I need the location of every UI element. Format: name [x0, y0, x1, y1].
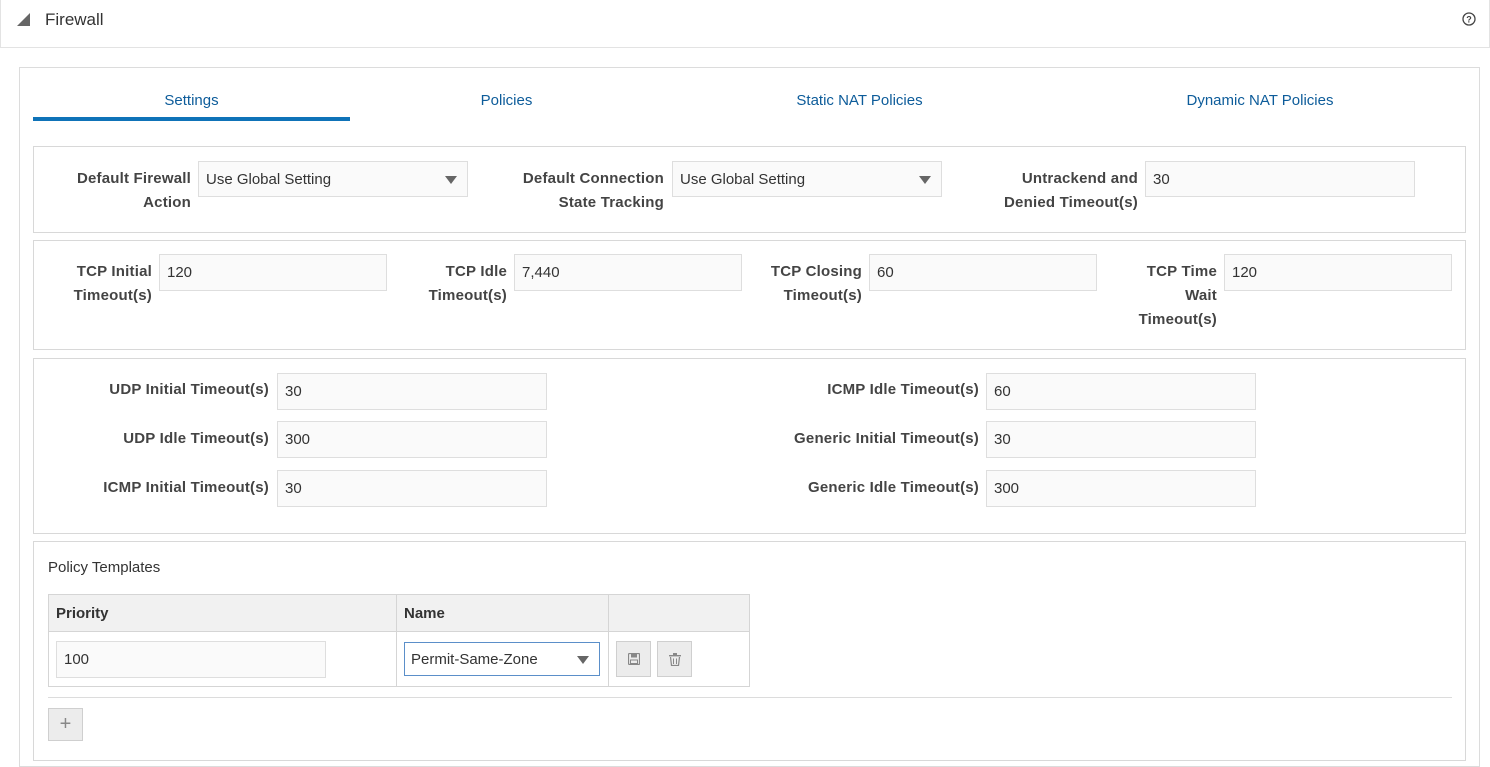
tcp-idle-timeout-label: TCP Idle Timeout(s): [428, 263, 507, 304]
icmp-initial-timeout-label: ICMP Initial Timeout(s): [103, 479, 269, 496]
udp-initial-timeout-input[interactable]: [277, 373, 547, 410]
section-divider: [48, 697, 1452, 698]
untracked-denied-timeout-label: Untrackend and Denied Timeout(s): [1004, 170, 1138, 211]
priority-cell: [48, 631, 397, 687]
table-row: Permit-Same-Zone: [48, 631, 750, 687]
general-settings-section: Default Firewall Action Use Global Setti…: [33, 146, 1466, 233]
generic-idle-timeout-label: Generic Idle Timeout(s): [807, 479, 979, 496]
tcp-timeouts-section: TCP Initial Timeout(s) TCP Idle Timeout(…: [33, 240, 1466, 350]
column-header-actions: [608, 594, 750, 632]
default-firewall-action-select[interactable]: Use Global Setting: [198, 161, 468, 197]
page-title: Firewall: [45, 10, 104, 29]
default-firewall-action-label: Default Firewall Action: [76, 170, 191, 211]
udp-idle-timeout-input[interactable]: [277, 421, 547, 458]
policy-templates-table: Priority Name Permit-Same-Zone: [48, 594, 750, 687]
udp-initial-timeout-label: UDP Initial Timeout(s): [109, 381, 269, 398]
tab-policies[interactable]: Policies: [400, 92, 613, 122]
column-header-name[interactable]: Name: [396, 594, 609, 632]
dropdown-caret-icon: [919, 176, 931, 184]
actions-cell: [608, 631, 750, 687]
svg-text:?: ?: [1466, 15, 1472, 25]
column-header-priority[interactable]: Priority: [48, 594, 397, 632]
tcp-time-wait-timeout-label: TCP Time Wait Timeout(s): [1138, 263, 1217, 328]
untracked-denied-timeout-input[interactable]: [1145, 161, 1415, 197]
plus-icon: +: [59, 713, 72, 735]
template-name-select[interactable]: Permit-Same-Zone: [404, 642, 600, 676]
tcp-initial-timeout-label: TCP Initial Timeout(s): [73, 263, 152, 304]
icmp-idle-timeout-input[interactable]: [986, 373, 1256, 410]
dropdown-caret-icon: [445, 176, 457, 184]
active-tab-indicator: [33, 117, 350, 121]
generic-initial-timeout-input[interactable]: [986, 421, 1256, 458]
tab-static-nat-policies[interactable]: Static NAT Policies: [720, 92, 999, 122]
tcp-time-wait-timeout-input[interactable]: [1224, 254, 1452, 291]
udp-idle-timeout-label: UDP Idle Timeout(s): [123, 430, 269, 447]
tcp-closing-timeout-label: TCP Closing Timeout(s): [770, 263, 862, 304]
save-button[interactable]: [616, 641, 651, 677]
save-icon: [628, 653, 640, 665]
icmp-initial-timeout-input[interactable]: [277, 470, 547, 507]
generic-idle-timeout-input[interactable]: [986, 470, 1256, 507]
delete-button[interactable]: [657, 641, 693, 677]
default-connection-state-select[interactable]: Use Global Setting: [672, 161, 942, 197]
udp-icmp-generic-section: UDP Initial Timeout(s) UDP Idle Timeout(…: [33, 358, 1466, 534]
tcp-closing-timeout-input[interactable]: [869, 254, 1097, 291]
add-policy-template-button[interactable]: +: [48, 708, 83, 741]
tcp-idle-timeout-input[interactable]: [514, 254, 742, 291]
icmp-idle-timeout-label: ICMP Idle Timeout(s): [827, 381, 979, 398]
dropdown-caret-icon: [577, 656, 589, 664]
priority-input[interactable]: [56, 640, 326, 678]
page-header: Firewall ?: [0, 0, 1490, 48]
help-icon[interactable]: ?: [1462, 12, 1476, 26]
default-connection-state-label: Default Connection State Tracking: [522, 170, 664, 211]
collapse-triangle-icon[interactable]: [17, 13, 30, 26]
policy-templates-section: Policy Templates Priority Name Permit-Sa…: [33, 541, 1466, 761]
tcp-initial-timeout-input[interactable]: [159, 254, 387, 291]
generic-initial-timeout-label: Generic Initial Timeout(s): [794, 430, 979, 447]
policy-templates-title: Policy Templates: [48, 559, 161, 576]
name-cell: Permit-Same-Zone: [396, 631, 609, 687]
tab-dynamic-nat-policies[interactable]: Dynamic NAT Policies: [1100, 92, 1420, 122]
trash-icon: [669, 653, 682, 666]
